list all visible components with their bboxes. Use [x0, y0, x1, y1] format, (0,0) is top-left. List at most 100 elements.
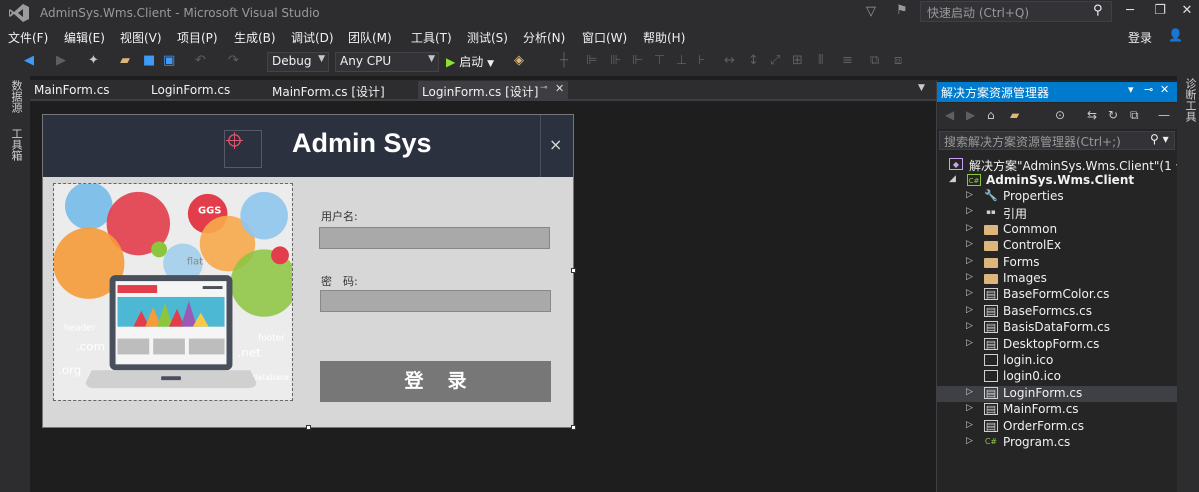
expand-arrow-icon[interactable]: ▷ [966, 206, 973, 216]
align-tops-icon[interactable]: ⊤ [654, 53, 665, 69]
align-to-grid-icon[interactable]: ┼ [560, 53, 568, 69]
browser-link-icon[interactable]: ◈ [514, 53, 524, 69]
menu-item-tools[interactable]: 工具(T) [411, 29, 452, 46]
search-icon[interactable]: ⚲ [1093, 3, 1103, 18]
send-to-back-icon[interactable]: ⧈ [894, 53, 902, 69]
switch-views-icon[interactable]: ▰ [1010, 108, 1019, 122]
tree-item[interactable]: ▷ ▤ MainForm.cs [937, 402, 1177, 418]
solution-platform-select[interactable]: Any CPU ▼ [335, 52, 439, 72]
align-bottoms-icon[interactable]: ⊦ [698, 53, 705, 69]
expand-arrow-icon[interactable]: ▷ [966, 239, 973, 249]
minimize-icon[interactable]: ─ [1115, 0, 1145, 24]
password-input[interactable] [320, 290, 551, 312]
sign-in-link[interactable]: 登录 [1128, 29, 1152, 46]
menu-item-file[interactable]: 文件(F) [8, 29, 48, 46]
expand-arrow-icon[interactable]: ▷ [966, 190, 973, 200]
tab-loginform-design[interactable]: LoginForm.cs [设计] ⊸ ✕ [418, 81, 568, 99]
properties-icon[interactable]: — [1158, 108, 1170, 122]
diagnostic-tools-tab[interactable]: 诊断工具 [1182, 78, 1198, 122]
account-icon[interactable]: 👤 [1168, 28, 1184, 44]
tree-item[interactable]: ▷ Common [937, 222, 1177, 238]
pending-changes-filter-icon[interactable]: ⊙ [1055, 108, 1065, 122]
expand-arrow-icon[interactable]: ▷ [966, 272, 973, 282]
tree-item[interactable]: ▷ ▤ BaseFormcs.cs [937, 304, 1177, 320]
data-sources-tab[interactable]: 数据源 [8, 80, 24, 113]
new-project-icon[interactable]: ✦ [88, 53, 99, 69]
back-icon[interactable]: ◀ [945, 108, 954, 122]
dropdown-icon[interactable]: ▾ [1128, 83, 1134, 96]
make-same-size-icon[interactable]: ⤢ [770, 53, 780, 69]
form-close-icon[interactable]: × [549, 135, 562, 154]
navigate-forward-icon[interactable]: ▶ [56, 53, 66, 69]
tree-item[interactable]: ▷ C# Program.cs [937, 435, 1177, 451]
align-lefts-icon[interactable]: ⊫ [586, 53, 597, 69]
web-design-illustration[interactable]: GGS flat header .com .net footer .org da… [53, 183, 293, 401]
search-icon[interactable]: ⚲ ▾ [1150, 132, 1169, 146]
expand-arrow-icon[interactable]: ▷ [966, 436, 973, 446]
tree-item[interactable]: ▷ ▤ DesktopForm.cs [937, 337, 1177, 353]
menu-item-team[interactable]: 团队(M) [348, 29, 392, 46]
horizontal-spacing-icon[interactable]: ⫴ [818, 53, 823, 69]
expand-arrow-icon[interactable]: ▷ [966, 338, 973, 348]
close-icon[interactable]: ✕ [1172, 0, 1199, 24]
menu-item-debug[interactable]: 调试(D) [291, 29, 334, 46]
tab-mainform-code[interactable]: MainForm.cs [34, 81, 110, 99]
tree-item[interactable]: ▷ ▪▪ 引用 [937, 205, 1177, 221]
tree-item[interactable]: ▷ ▤ LoginForm.cs [937, 385, 1177, 402]
forward-icon[interactable]: ▶ [966, 108, 975, 122]
open-file-icon[interactable]: ▰ [120, 53, 130, 69]
pin-icon[interactable]: ⊸ [540, 83, 548, 93]
align-centers-icon[interactable]: ⊪ [610, 53, 621, 69]
save-all-icon[interactable]: ▣ [163, 53, 175, 69]
project-node[interactable]: ◢ C# AdminSys.Wms.Client [937, 173, 1177, 189]
pin-icon[interactable]: ⊸ [1144, 83, 1153, 96]
tree-item[interactable]: ▷ Forms [937, 255, 1177, 271]
tree-item[interactable]: login0.ico [937, 369, 1177, 385]
expand-arrow-icon[interactable]: ▷ [966, 305, 973, 315]
filter-icon[interactable]: ▽ [866, 4, 882, 20]
menu-item-edit[interactable]: 编辑(E) [64, 29, 105, 46]
size-to-grid-icon[interactable]: ⊞ [792, 53, 803, 69]
collapse-all-icon[interactable]: ⧉ [1130, 108, 1139, 123]
save-icon[interactable]: ■ [143, 53, 155, 69]
resize-handle[interactable] [306, 425, 311, 430]
menu-item-window[interactable]: 窗口(W) [582, 29, 627, 46]
vertical-spacing-icon[interactable]: ≡ [842, 53, 853, 69]
menu-item-project[interactable]: 项目(P) [177, 29, 218, 46]
menu-item-build[interactable]: 生成(B) [234, 29, 276, 46]
tree-item[interactable]: ▷ ▤ BaseFormColor.cs [937, 287, 1177, 303]
tab-loginform-code[interactable]: LoginForm.cs [151, 81, 230, 99]
expand-arrow-icon[interactable]: ▷ [966, 288, 973, 298]
tree-item[interactable]: ▷ ▤ BasisDataForm.cs [937, 320, 1177, 336]
menu-item-analyze[interactable]: 分析(N) [523, 29, 565, 46]
redo-icon[interactable]: ↷ [228, 53, 239, 69]
sync-icon[interactable]: ⇆ [1087, 108, 1097, 122]
refresh-icon[interactable]: ↻ [1108, 108, 1118, 122]
make-same-height-icon[interactable]: ↕ [748, 53, 759, 69]
restore-icon[interactable]: ❐ [1145, 0, 1175, 24]
username-input[interactable] [319, 227, 550, 249]
navigate-back-icon[interactable]: ◀ [24, 53, 34, 69]
solution-explorer-search-input[interactable]: 搜索解决方案资源管理器(Ctrl+;) [939, 131, 1175, 150]
resize-handle[interactable] [571, 268, 576, 273]
expand-arrow-icon[interactable]: ▷ [966, 403, 973, 413]
tree-item[interactable]: ▷ Images [937, 271, 1177, 287]
menu-item-help[interactable]: 帮助(H) [643, 29, 685, 46]
tree-item[interactable]: login.ico [937, 353, 1177, 369]
notification-icon[interactable]: ⚑ [896, 3, 912, 19]
expand-arrow-icon[interactable]: ▷ [966, 387, 973, 397]
tab-overflow-icon[interactable]: ▼ [918, 83, 925, 93]
expand-arrow-icon[interactable]: ▷ [966, 223, 973, 233]
crosshair-logo-icon[interactable] [224, 130, 262, 168]
undo-icon[interactable]: ↶ [195, 53, 206, 69]
align-middles-icon[interactable]: ⊥ [676, 53, 687, 69]
toolbox-tab[interactable]: 工具箱 [8, 128, 24, 161]
menu-item-test[interactable]: 测试(S) [467, 29, 508, 46]
close-icon[interactable]: ✕ [1160, 83, 1169, 96]
expand-arrow-icon[interactable]: ▷ [966, 256, 973, 266]
align-rights-icon[interactable]: ⊩ [632, 53, 643, 69]
make-same-width-icon[interactable]: ↔ [724, 53, 735, 69]
expand-arrow-icon[interactable]: ▷ [966, 420, 973, 430]
resize-handle[interactable] [571, 425, 576, 430]
tree-item[interactable]: ▷ ControlEx [937, 238, 1177, 254]
